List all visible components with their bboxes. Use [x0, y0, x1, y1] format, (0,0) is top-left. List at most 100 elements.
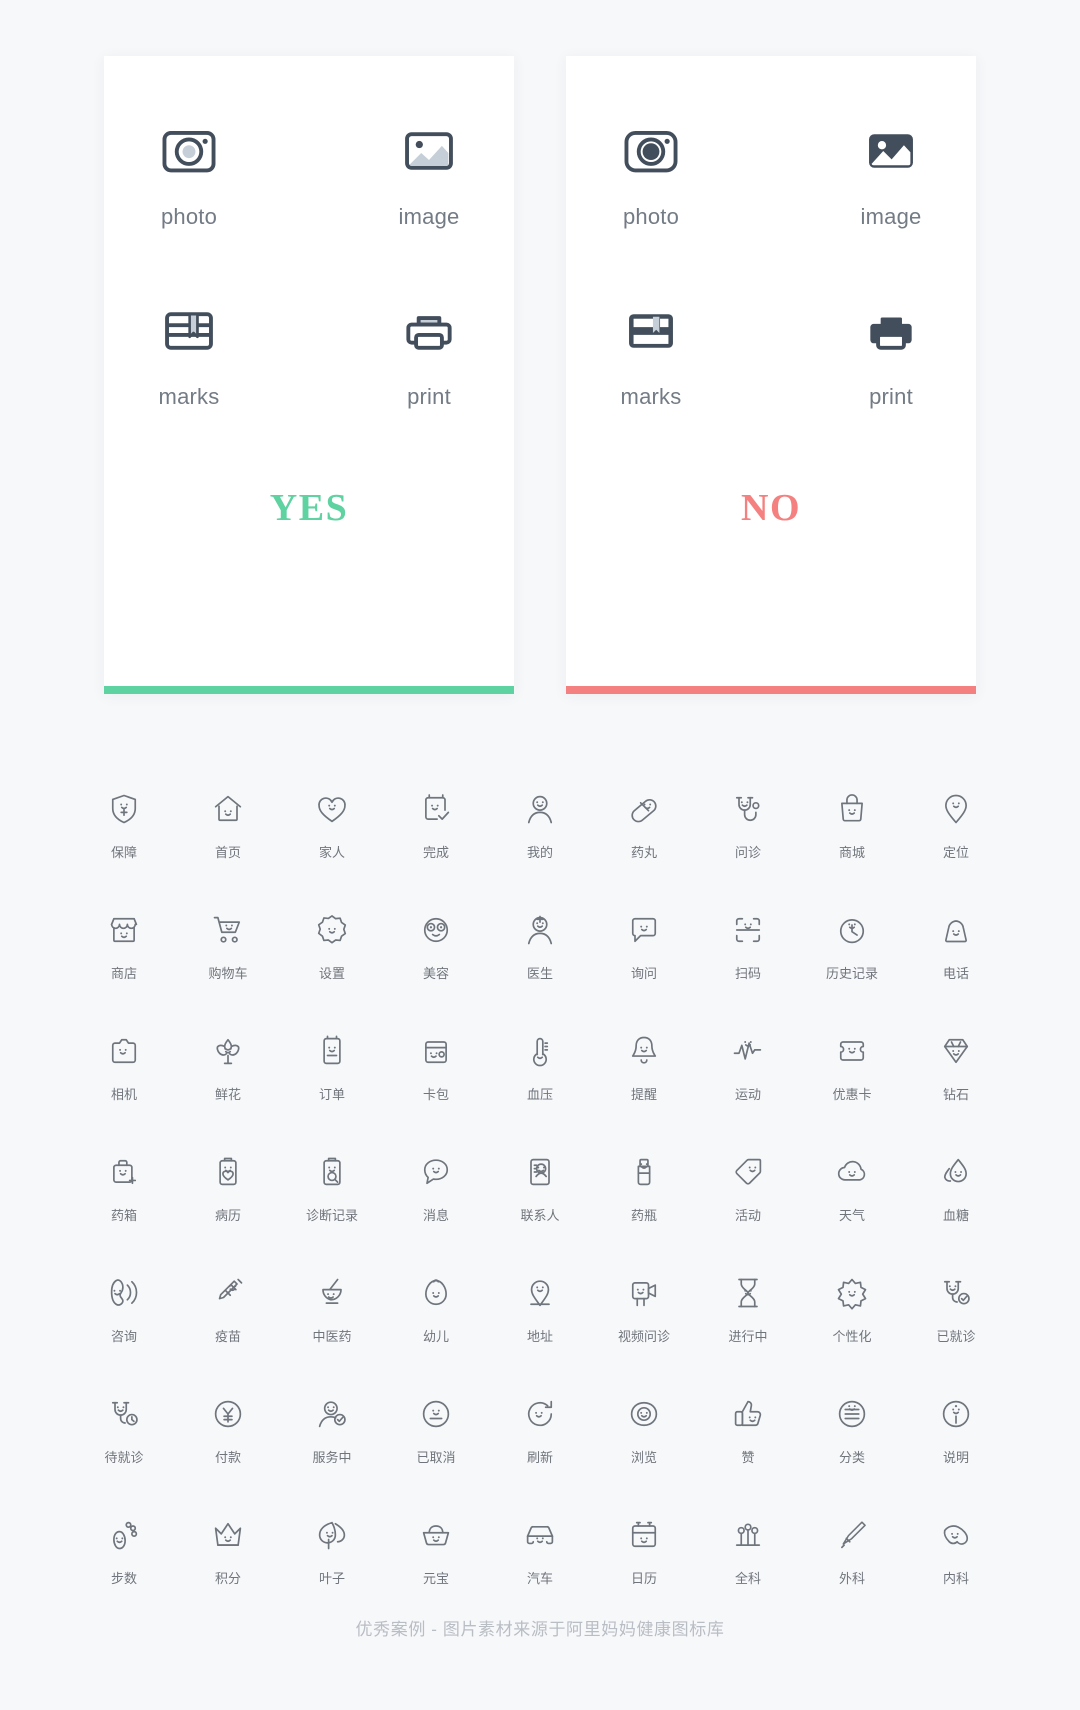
icon-grid-item[interactable]: 完成: [384, 790, 488, 861]
icon-grid-item[interactable]: 问诊: [696, 790, 800, 861]
icon-grid: 保障 首页 家人 完成 我的 药丸 问诊 商城 定位商店 购物车 设置 美容 医生 询问 扫码 历史记录 电话相…: [72, 790, 1008, 1587]
icon-grid-item[interactable]: 购物车: [176, 911, 280, 982]
footer-caption: 优秀案例 - 图片素材来源于阿里妈妈健康图标库: [355, 1620, 725, 1639]
icon-grid-item[interactable]: 保障: [72, 790, 176, 861]
icon-grid-item[interactable]: 诊断记录: [280, 1153, 384, 1224]
demo-item-marks-no[interactable]: marks: [591, 298, 711, 410]
icon-grid-item-label: 元宝: [422, 1571, 449, 1586]
shopping-cart-icon: [209, 911, 247, 949]
icon-grid-item[interactable]: 进行中: [696, 1274, 800, 1345]
icon-grid-item[interactable]: 日历: [592, 1516, 696, 1587]
address-pin-icon: [521, 1274, 559, 1312]
icon-grid-item[interactable]: 个性化: [800, 1274, 904, 1345]
icon-grid-item[interactable]: 服务中: [280, 1395, 384, 1466]
icon-grid-item[interactable]: 疫苗: [176, 1274, 280, 1345]
icon-grid-item[interactable]: 内科: [904, 1516, 1008, 1587]
yuan-payment-icon: [209, 1395, 247, 1433]
person-icon: [521, 790, 559, 828]
demo-item-print-yes[interactable]: print: [369, 298, 489, 410]
card-accent-bar-no: [566, 686, 976, 694]
demo-item-photo-yes[interactable]: photo: [129, 118, 249, 230]
icon-grid-item-label: 优惠卡: [832, 1087, 872, 1102]
icon-grid-item[interactable]: 首页: [176, 790, 280, 861]
diagnosis-record-icon: [313, 1153, 351, 1191]
footprint-icon: [105, 1516, 143, 1554]
icon-grid-item[interactable]: 电话: [904, 911, 1008, 982]
icon-grid-item[interactable]: 药箱: [72, 1153, 176, 1224]
icon-grid-item[interactable]: 商城: [800, 790, 904, 861]
icon-grid-item-label: 咨询: [110, 1329, 137, 1344]
icon-grid-item-label: 电话: [942, 966, 969, 981]
icon-grid-item[interactable]: 赞: [696, 1395, 800, 1466]
icon-grid-item[interactable]: 血压: [488, 1032, 592, 1103]
icon-grid-item[interactable]: 待就诊: [72, 1395, 176, 1466]
picture-icon: [396, 118, 462, 184]
icon-grid-item[interactable]: 订单: [280, 1032, 384, 1103]
icon-grid-item[interactable]: 医生: [488, 911, 592, 982]
icon-grid-item[interactable]: 询问: [592, 911, 696, 982]
icon-grid-item[interactable]: 血糖: [904, 1153, 1008, 1224]
icon-grid-item[interactable]: 提醒: [592, 1032, 696, 1103]
demo-item-marks-yes[interactable]: marks: [129, 298, 249, 410]
icon-grid-item[interactable]: 运动: [696, 1032, 800, 1103]
icon-grid-item[interactable]: 说明: [904, 1395, 1008, 1466]
store-icon: [105, 911, 143, 949]
calendar-icon: [625, 1516, 663, 1554]
icon-grid-item[interactable]: 叶子: [280, 1516, 384, 1587]
icon-grid-item[interactable]: 钻石: [904, 1032, 1008, 1103]
icon-grid-item-label: 活动: [734, 1208, 761, 1223]
icon-grid-item-label: 天气: [838, 1208, 865, 1223]
icon-grid-item[interactable]: 消息: [384, 1153, 488, 1224]
icon-grid-item-label: 幼儿: [422, 1329, 449, 1344]
chat-bubble-icon: [625, 911, 663, 949]
icon-grid-item[interactable]: 相机: [72, 1032, 176, 1103]
icon-grid-item[interactable]: 鲜花: [176, 1032, 280, 1103]
icon-grid-item[interactable]: 联系人: [488, 1153, 592, 1224]
doctor-icon: [521, 911, 559, 949]
icon-grid-item[interactable]: 设置: [280, 911, 384, 982]
icon-grid-item[interactable]: 病历: [176, 1153, 280, 1224]
icon-grid-item[interactable]: 积分: [176, 1516, 280, 1587]
icon-grid-item[interactable]: 付款: [176, 1395, 280, 1466]
icon-grid-item[interactable]: 历史记录: [800, 911, 904, 982]
icon-grid-item[interactable]: 步数: [72, 1516, 176, 1587]
icon-grid-item[interactable]: 活动: [696, 1153, 800, 1224]
icon-grid-item[interactable]: 视频问诊: [592, 1274, 696, 1345]
icon-grid-item[interactable]: 我的: [488, 790, 592, 861]
demo-item-image-yes[interactable]: image: [369, 118, 489, 230]
demo-item-image-no[interactable]: image: [831, 118, 951, 230]
vaccine-icon: [209, 1274, 247, 1312]
icon-grid-item[interactable]: 家人: [280, 790, 384, 861]
icon-grid-item[interactable]: 商店: [72, 911, 176, 982]
icon-grid-item[interactable]: 全科: [696, 1516, 800, 1587]
icon-grid-item[interactable]: 汽车: [488, 1516, 592, 1587]
icon-grid-item[interactable]: 浏览: [592, 1395, 696, 1466]
demo-item-print-no[interactable]: print: [831, 298, 951, 410]
pending-visit-icon: [105, 1395, 143, 1433]
icon-grid-item[interactable]: 优惠卡: [800, 1032, 904, 1103]
demo-item-photo-no[interactable]: photo: [591, 118, 711, 230]
icon-grid-item[interactable]: 地址: [488, 1274, 592, 1345]
diamond-icon: [937, 1032, 975, 1070]
icon-grid-item[interactable]: 卡包: [384, 1032, 488, 1103]
icon-grid-item[interactable]: 药丸: [592, 790, 696, 861]
icon-grid-item[interactable]: 咨询: [72, 1274, 176, 1345]
icon-grid-item[interactable]: 美容: [384, 911, 488, 982]
comparison-card-yes: photo image marks print YES: [104, 56, 514, 694]
icon-grid-item-label: 诊断记录: [305, 1208, 358, 1223]
contact-icon: [521, 1153, 559, 1191]
icon-grid-item[interactable]: 外科: [800, 1516, 904, 1587]
icon-grid-item[interactable]: 幼儿: [384, 1274, 488, 1345]
icon-grid-item[interactable]: 天气: [800, 1153, 904, 1224]
icon-grid-item[interactable]: 元宝: [384, 1516, 488, 1587]
icon-grid-item[interactable]: 刷新: [488, 1395, 592, 1466]
icon-grid-item[interactable]: 已就诊: [904, 1274, 1008, 1345]
icon-grid-item[interactable]: 中医药: [280, 1274, 384, 1345]
icon-grid-item[interactable]: 已取消: [384, 1395, 488, 1466]
icon-grid-item[interactable]: 扫码: [696, 911, 800, 982]
icon-grid-item[interactable]: 定位: [904, 790, 1008, 861]
demo-row-1-no: photo image: [566, 118, 976, 230]
icon-grid-item-label: 商店: [110, 966, 137, 981]
icon-grid-item[interactable]: 药瓶: [592, 1153, 696, 1224]
icon-grid-item[interactable]: 分类: [800, 1395, 904, 1466]
